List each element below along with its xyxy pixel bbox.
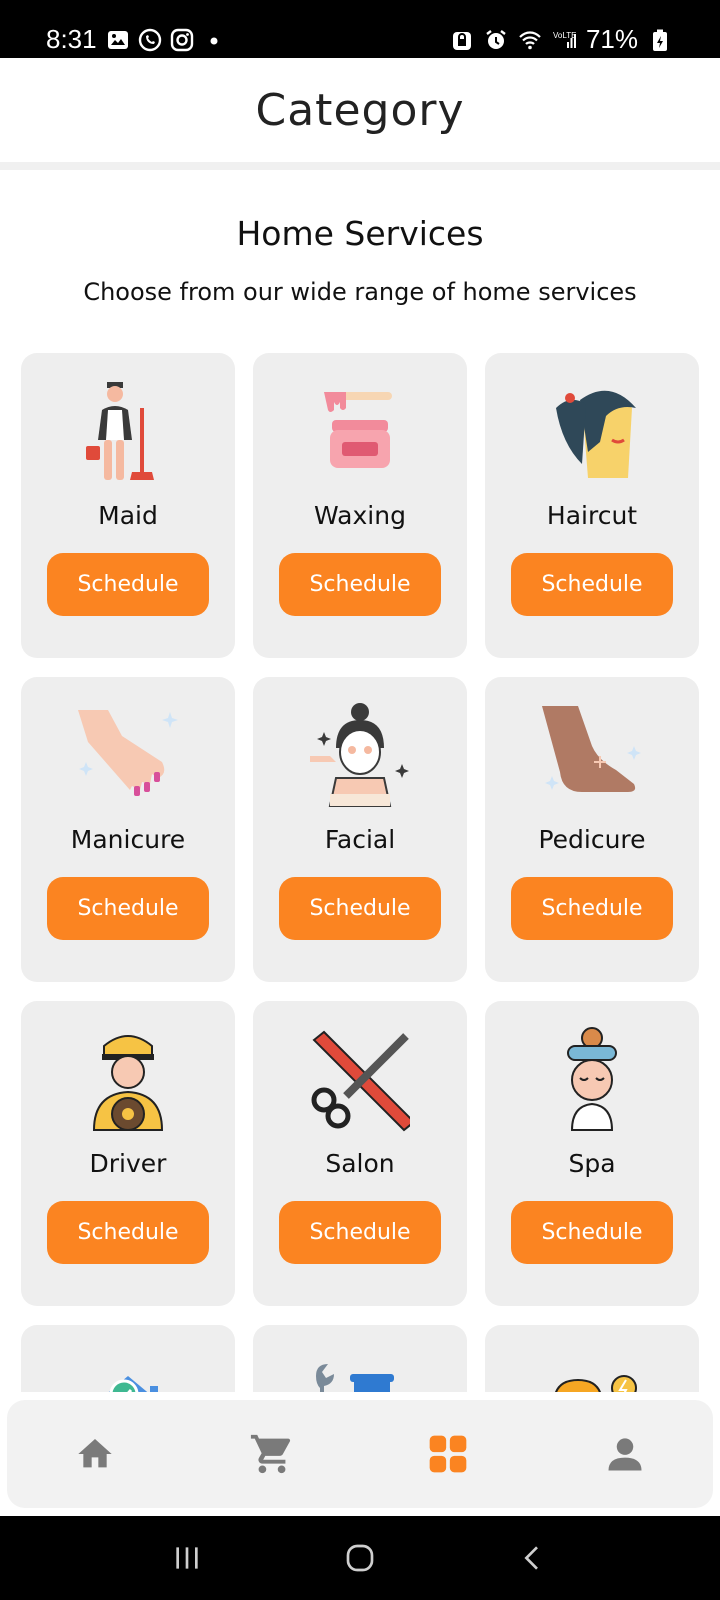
nav-home[interactable] (55, 1419, 135, 1489)
status-time: 8:31 (46, 24, 97, 54)
status-bar: 8:31 VoLTE 71% (0, 0, 720, 58)
service-card-spa[interactable]: Spa Schedule (485, 1001, 699, 1306)
service-label: Waxing (314, 501, 406, 530)
back-chevron-icon (524, 1546, 539, 1570)
battery-icon (653, 29, 667, 51)
section-subtitle: Choose from our wide range of home servi… (83, 278, 637, 306)
gallery-icon (108, 31, 128, 49)
service-card-salon[interactable]: Salon Schedule (253, 1001, 467, 1306)
dot-icon (210, 37, 218, 45)
system-navigation-bar (0, 1516, 720, 1600)
instagram-icon (170, 28, 194, 52)
service-label: Spa (568, 1149, 616, 1178)
battery-percent: 71% (585, 24, 638, 54)
lock-icon (452, 31, 471, 50)
whatsapp-icon (138, 28, 162, 52)
svg-text:VoLTE: VoLTE (553, 31, 576, 40)
grid-icon (429, 1435, 467, 1473)
service-card-pedicure[interactable]: Pedicure Schedule (485, 677, 699, 982)
nav-cart[interactable] (232, 1419, 312, 1489)
wifi-icon (519, 30, 541, 49)
service-card-home-cleaning[interactable] (21, 1325, 235, 1392)
schedule-button-waxing[interactable]: Schedule (279, 553, 441, 616)
service-label: Driver (89, 1149, 167, 1178)
alarm-icon (486, 29, 506, 49)
haircut-icon (556, 390, 636, 478)
schedule-button-driver[interactable]: Schedule (47, 1201, 209, 1264)
service-card-driver[interactable]: Driver Schedule (21, 1001, 235, 1306)
bottom-navigation (7, 1400, 713, 1508)
electrician-icon (555, 1375, 637, 1392)
service-card-facial[interactable]: Facial Schedule (253, 677, 467, 982)
plumber-tools-icon (316, 1364, 394, 1392)
service-card-waxing[interactable]: Waxing Schedule (253, 353, 467, 658)
service-card-manicure[interactable]: Manicure Schedule (21, 677, 235, 982)
schedule-button-pedicure[interactable]: Schedule (511, 877, 673, 940)
schedule-button-haircut[interactable]: Schedule (511, 553, 673, 616)
salon-icon (311, 1030, 410, 1132)
maid-icon (86, 382, 154, 480)
manicure-icon (78, 710, 178, 796)
schedule-button-manicure[interactable]: Schedule (47, 877, 209, 940)
cart-icon (250, 1434, 290, 1474)
services-grid-viewport[interactable]: Maid Schedule Waxing Schedule Haircut Sc… (0, 340, 720, 1392)
section-title: Home Services (236, 214, 484, 253)
status-notification-icons (106, 28, 226, 52)
nav-categories[interactable] (408, 1419, 488, 1489)
schedule-button-salon[interactable]: Schedule (279, 1201, 441, 1264)
schedule-button-maid[interactable]: Schedule (47, 553, 209, 616)
home-circle-icon (346, 1544, 374, 1572)
recent-apps-icon (175, 1547, 198, 1569)
signal-icon: VoLTE (553, 31, 576, 48)
app-header: Category (0, 58, 720, 170)
driver-icon (92, 1035, 164, 1131)
recent-apps-button[interactable] (157, 1533, 217, 1583)
facial-icon (310, 703, 409, 807)
page-title: Category (255, 84, 465, 136)
service-label: Pedicure (538, 825, 646, 854)
pedicure-icon (542, 706, 641, 792)
service-label: Manicure (70, 825, 186, 854)
service-card-electrician[interactable] (485, 1325, 699, 1392)
back-button[interactable] (503, 1533, 563, 1583)
schedule-button-facial[interactable]: Schedule (279, 877, 441, 940)
nav-profile[interactable] (585, 1419, 665, 1489)
home-system-button[interactable] (330, 1533, 390, 1583)
service-label: Haircut (546, 501, 638, 530)
status-right: VoLTE 71% (450, 24, 672, 55)
spa-icon (567, 1027, 617, 1131)
service-card-maid[interactable]: Maid Schedule (21, 353, 235, 658)
service-card-plumber[interactable] (253, 1325, 467, 1392)
waxing-icon (324, 392, 392, 468)
service-label: Facial (324, 825, 396, 854)
house-check-icon (108, 1376, 158, 1392)
schedule-button-spa[interactable]: Schedule (511, 1201, 673, 1264)
services-grid: Maid Schedule Waxing Schedule Haircut Sc… (21, 353, 699, 1392)
home-icon (78, 1439, 112, 1468)
service-label: Salon (325, 1149, 395, 1178)
service-card-haircut[interactable]: Haircut Schedule (485, 353, 699, 658)
service-label: Maid (98, 501, 158, 530)
profile-icon (608, 1438, 642, 1471)
